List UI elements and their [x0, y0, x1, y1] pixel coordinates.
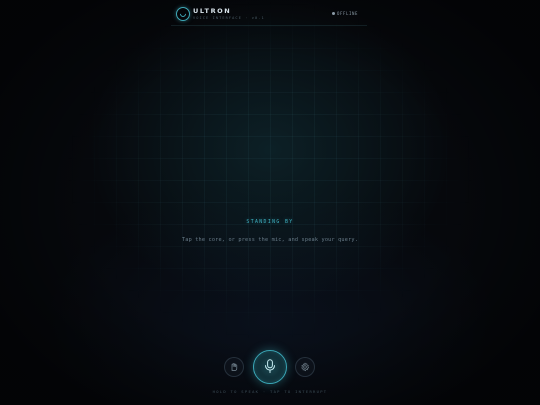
background-grid — [0, 0, 540, 405]
status-dot-icon — [331, 11, 335, 15]
instruction-text: Tap the core, or press the mic, and spea… — [181, 237, 359, 243]
microphone-icon — [265, 359, 275, 374]
app-subtitle: VOICE INTERFACE · v0.1 — [193, 16, 265, 20]
hand-icon — [231, 363, 238, 371]
status-label: OFFLINE — [336, 11, 358, 16]
header-bar: ULTRON VOICE INTERFACE · v0.1 OFFLINE — [171, 3, 367, 26]
interrupt-button[interactable] — [224, 357, 244, 377]
voice-state-label: STANDING BY — [246, 220, 294, 225]
settings-button[interactable] — [295, 357, 315, 377]
connection-status: OFFLINE — [331, 11, 358, 16]
gear-icon — [301, 362, 309, 372]
app-title: ULTRON — [193, 7, 232, 15]
microphone-button[interactable] — [253, 350, 287, 384]
logo-icon — [176, 7, 190, 21]
voice-interface-screen: ULTRON VOICE INTERFACE · v0.1 OFFLINE ST… — [0, 0, 540, 405]
footer-hint: HOLD TO SPEAK · TAP TO INTERRUPT — [212, 389, 328, 394]
